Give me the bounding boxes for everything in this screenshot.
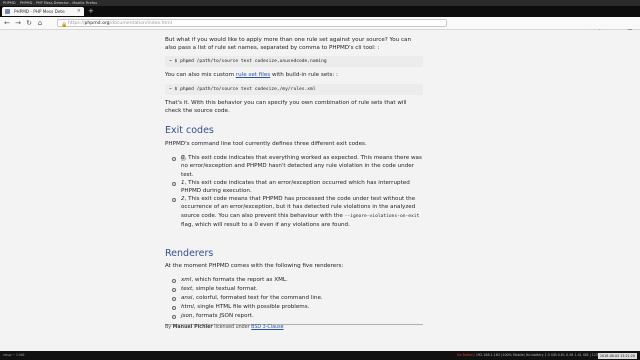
url-path: /documentation/index.html — [109, 21, 172, 26]
license-link[interactable]: BSD 3-Clause — [251, 325, 283, 330]
code-block-1: ~ $ phpmd /path/to/source text codesize,… — [165, 56, 423, 67]
tab-bar: PHPMD - PHP Mess Dete × + — [0, 6, 640, 17]
clock: 2018-08-04 13:21:20 — [597, 352, 637, 359]
toolbar-icons: … ☆ ⇩ ▥ ☰ — [564, 19, 634, 36]
url-bar[interactable]: 🔒 https://phpmd.org/documentation/index.… — [57, 19, 447, 28]
thats-it-paragraph: That's it. With this behavior you can sp… — [165, 100, 407, 115]
footer-author: Manuel Pichler — [172, 325, 213, 330]
bullet-icon — [172, 288, 176, 292]
renderer-item: text, simple textual format. — [181, 286, 258, 292]
bullet-icon — [172, 279, 176, 283]
rule-set-files-link[interactable]: rule set files — [236, 72, 270, 78]
custom-rules-paragraph: You can also mix custom rule set files w… — [165, 72, 338, 78]
bullet-icon — [172, 182, 176, 186]
bullet-icon — [172, 157, 176, 161]
browser-tab[interactable]: PHPMD - PHP Mess Dete × — [2, 7, 84, 16]
renderer-item: xml, which formats the report as XML. — [181, 277, 288, 283]
bullet-icon — [172, 198, 176, 202]
back-arrow-icon[interactable]: ← — [3, 19, 11, 27]
renderer-item: ansi, colorful, formated text for the co… — [181, 295, 323, 301]
workspace-label: nbsp:~ 1:fd6 — [3, 353, 25, 357]
page-viewport[interactable]: But what if you would like to apply more… — [0, 30, 640, 351]
navigation-toolbar: ← → ↻ ⌂ 🔒 https://phpmd.org/documentatio… — [0, 17, 640, 36]
renderer-item: html, single HTML file with possible pro… — [181, 304, 310, 310]
renderer-item: json, formats JSON report. — [181, 313, 254, 319]
exit-code-item-2: 2, This exit code means that PHPMD has p… — [181, 196, 420, 229]
forward-arrow-icon[interactable]: → — [14, 19, 22, 27]
renderers-intro: At the moment PHPMD comes with the follo… — [165, 263, 344, 269]
tab-title: PHPMD - PHP Mess Dete — [14, 9, 65, 14]
new-tab-icon[interactable]: + — [88, 8, 94, 15]
ignore-violations-flag: --ignore-violations-on-exit — [344, 213, 420, 219]
phpmd-favicon-icon — [5, 9, 10, 14]
bullet-icon — [172, 306, 176, 310]
renderers-heading: Renderers — [165, 248, 214, 259]
lock-icon: 🔒 — [61, 22, 68, 28]
tab-close-icon[interactable]: × — [77, 7, 81, 16]
system-status-bar: nbsp:~ 1:fd6 No Battery 192.168.1.163 (1… — [0, 351, 640, 360]
code-block-2: ~ $ phpmd /path/to/source text codesize,… — [165, 84, 423, 95]
page-footer: By Manuel Pichler licensed under BSD 3-C… — [165, 325, 284, 330]
exit-code-item-0: 0, This exit code indicates that everyth… — [181, 155, 422, 178]
url-scheme: https:// — [68, 21, 85, 26]
home-icon[interactable]: ⌂ — [36, 19, 44, 27]
intro-paragraph: But what if you would like to apply more… — [165, 37, 412, 52]
exit-codes-intro: PHPMD's command line tool currently defi… — [165, 141, 367, 147]
system-stats: No Battery 192.168.1.163 (100% Mobile) N… — [457, 353, 608, 357]
exit-codes-heading: Exit codes — [165, 125, 214, 136]
url-host: phpmd.org — [84, 21, 110, 26]
bullet-icon — [172, 315, 176, 319]
bullet-icon — [172, 297, 176, 301]
exit-code-item-1: 1, This exit code indicates that an erro… — [181, 180, 410, 195]
reload-icon[interactable]: ↻ — [25, 19, 33, 27]
